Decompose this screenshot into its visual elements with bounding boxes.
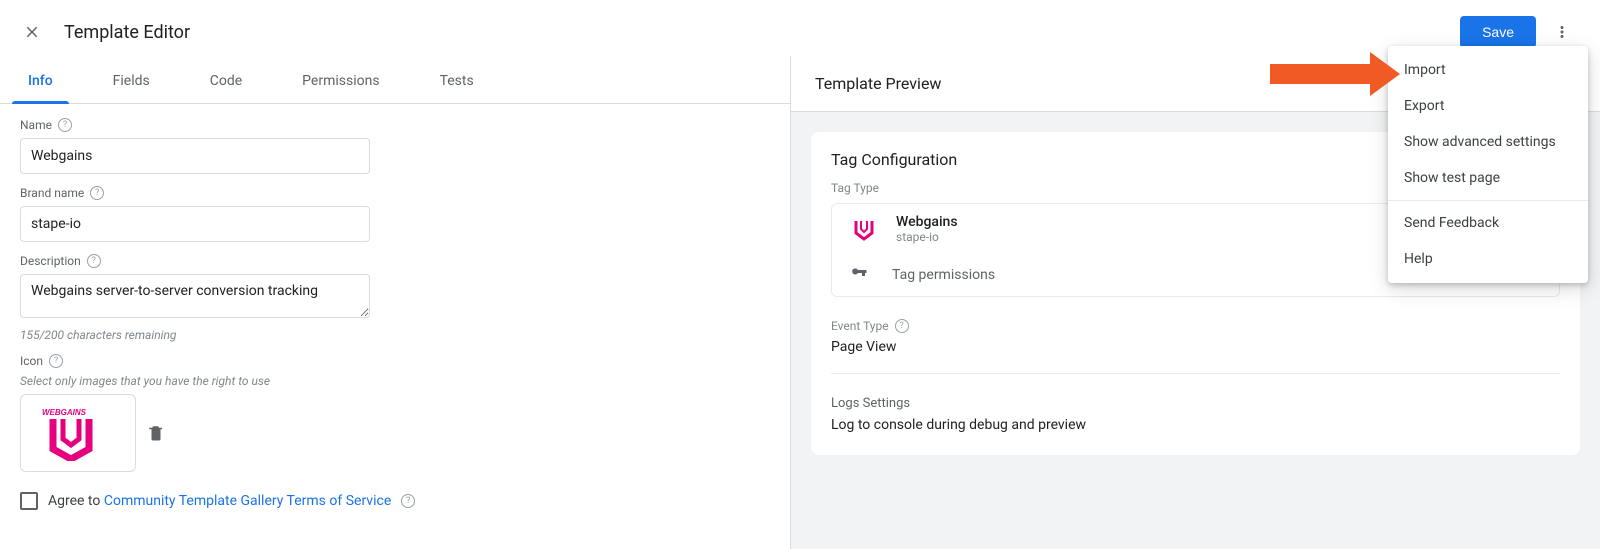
icon-helper-text: Select only images that you have the rig… xyxy=(20,374,770,388)
help-icon[interactable]: ? xyxy=(87,254,101,268)
logs-settings-label: Logs Settings xyxy=(831,396,1560,411)
description-remaining: 155/200 characters remaining xyxy=(20,328,770,342)
tos-checkbox[interactable] xyxy=(20,492,38,510)
tab-tests[interactable]: Tests xyxy=(424,59,490,103)
description-label: Description xyxy=(20,254,81,268)
brand-input[interactable] xyxy=(20,206,370,242)
tag-name: Webgains xyxy=(896,214,958,230)
icon-label: Icon xyxy=(20,354,43,368)
menu-item-send-feedback[interactable]: Send Feedback xyxy=(1388,205,1588,241)
webgains-logo-text: WEBGAINS xyxy=(42,408,87,417)
more-menu-dropdown: Import Export Show advanced settings Sho… xyxy=(1388,46,1588,283)
save-button[interactable]: Save xyxy=(1460,16,1536,48)
tab-permissions[interactable]: Permissions xyxy=(286,59,395,103)
event-type-value: Page View xyxy=(831,339,1560,355)
delete-icon-button[interactable] xyxy=(144,421,168,445)
logs-settings-value: Log to console during debug and preview xyxy=(831,417,1560,433)
description-input[interactable] xyxy=(20,274,370,318)
tos-link[interactable]: Community Template Gallery Terms of Serv… xyxy=(104,493,391,509)
key-icon xyxy=(850,264,868,286)
tab-fields[interactable]: Fields xyxy=(97,59,166,103)
tab-code[interactable]: Code xyxy=(194,59,258,103)
icon-preview[interactable]: WEBGAINS xyxy=(20,394,136,472)
help-icon[interactable]: ? xyxy=(401,494,415,508)
tag-brand: stape-io xyxy=(896,230,958,244)
more-menu-button[interactable] xyxy=(1544,14,1580,50)
menu-item-test-page[interactable]: Show test page xyxy=(1388,160,1588,196)
webgains-icon xyxy=(850,215,878,243)
menu-item-help[interactable]: Help xyxy=(1388,241,1588,277)
tab-bar: Info Fields Code Permissions Tests xyxy=(0,56,790,104)
brand-label: Brand name xyxy=(20,186,84,200)
annotation-arrow xyxy=(1270,52,1400,96)
tos-text: Agree to Community Template Gallery Term… xyxy=(48,493,391,509)
menu-item-advanced-settings[interactable]: Show advanced settings xyxy=(1388,124,1588,160)
name-input[interactable] xyxy=(20,138,370,174)
tab-info[interactable]: Info xyxy=(12,59,69,103)
help-icon[interactable]: ? xyxy=(49,354,63,368)
menu-item-export[interactable]: Export xyxy=(1388,88,1588,124)
help-icon[interactable]: ? xyxy=(895,319,909,333)
name-label: Name xyxy=(20,118,52,132)
help-icon[interactable]: ? xyxy=(58,118,72,132)
event-type-label: Event Type xyxy=(831,319,889,333)
page-title: Template Editor xyxy=(64,22,190,43)
menu-item-import[interactable]: Import xyxy=(1388,52,1588,88)
tag-permissions-label: Tag permissions xyxy=(892,267,995,283)
help-icon[interactable]: ? xyxy=(90,186,104,200)
close-button[interactable] xyxy=(20,20,44,44)
